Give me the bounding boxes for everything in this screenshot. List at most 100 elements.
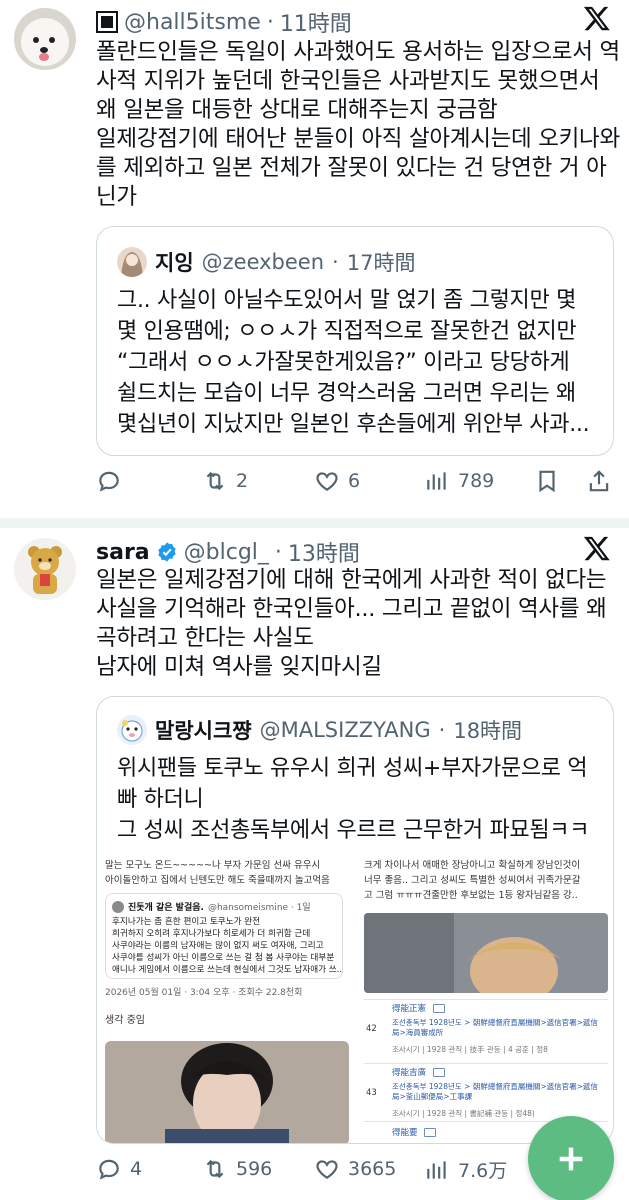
share-icon: [589, 470, 609, 492]
record-label: 得能要: [392, 1128, 418, 1138]
tweet-text-line: 남자에 미쳐 역사를 잊지마시길: [96, 654, 382, 680]
heart-icon: [316, 1160, 338, 1179]
record-row: 得能吉廣 43 조선총독부 1928년도 > 朝鮮總督府直屬機關>遞信官署>遞信…: [364, 1063, 608, 1123]
quoted-text-line: 몇 인용땜에; ㅇㅇㅅ가 직접적으로 잘못한건 없지만: [117, 319, 577, 344]
quoted-tweet[interactable]: 지잉 @zeexbeen · 17時間 그.. 사실이 아닐수도있어서 말 얹기…: [96, 226, 614, 456]
media-caption: 생각 중임: [105, 1015, 145, 1026]
quoted-text: 위시팬들 토쿠노 유우시 희귀 성씨+부자가문으로 억 빠 하더니 그 성씨 조…: [117, 753, 589, 846]
retweet-button[interactable]: 596: [202, 1156, 272, 1182]
separator-dot: ·: [332, 250, 339, 274]
views-chart-icon: [427, 1160, 446, 1179]
quoted-tweet[interactable]: 말랑시크쨩 @MALSIZZYANG · 18時間 위시팬들 토쿠노 유우시 희…: [96, 696, 614, 1144]
quoted-timestamp: 18時間: [453, 719, 523, 743]
like-count: 6: [348, 470, 361, 492]
tweet-text-line: 곡하려고 한다는 사실도: [96, 625, 314, 651]
share-button[interactable]: [586, 468, 612, 494]
embedded-text-line: 사쿠야라는 이름의 남자애는 많이 없지 써도 여자애, 그리고: [112, 941, 324, 951]
media-text-line: 크게 차이나서 애매한 장남아니고 확실하게 장남인것이: [364, 860, 581, 871]
separator-dot: ·: [274, 539, 282, 565]
quoted-text: 그.. 사실이 아닐수도있어서 말 얹기 좀 그렇지만 몇 몇 인용땜에; ㅇㅇ…: [117, 285, 590, 440]
embedded-avatar: [112, 900, 124, 913]
avatar[interactable]: [14, 538, 76, 600]
embedded-text-line: 희귀하지 오히려 후지나가보다 히로세가 더 희귀함 근데: [112, 929, 311, 939]
quoted-media-right[interactable]: 크게 차이나서 애매한 장남아니고 확실하게 장남인것이 너무 좋음.. 그리고…: [356, 855, 613, 1143]
bookmark-button[interactable]: [534, 468, 560, 494]
embedded-text-line: 사쿠야를 성씨가 아닌 이름으로 쓰는 걸 첨 봄 사쿠야는 대부분: [112, 953, 335, 963]
separator-dot: ·: [266, 9, 274, 35]
x-logo-icon: [583, 6, 610, 31]
reply-button[interactable]: 4: [96, 1156, 142, 1182]
tweet-header: @hall5itsme · 11時間: [96, 6, 352, 38]
embedded-text-line: 후지나가는 좀 흔한 편이고 토쿠노가 완전: [112, 917, 261, 927]
reply-count: 4: [130, 1158, 143, 1180]
timestamp[interactable]: 11時間: [280, 6, 352, 38]
plus-icon: [559, 1147, 583, 1171]
quoted-text-line: 그 성씨 조선총독부에서 우르르 근무한거 파묘됨ㅋㅋ: [117, 818, 590, 843]
reply-button[interactable]: [96, 468, 130, 494]
name-icon: [96, 11, 118, 33]
tweet-1[interactable]: @hall5itsme · 11時間 폴란드인들은 독일이 사과했어도 용서하는…: [0, 0, 629, 520]
media-text-line: 아이돌안하고 집에서 닌텐도만 해도 죽을때까지 놀고먹음: [105, 875, 330, 886]
quoted-avatar: [117, 715, 147, 745]
avatar[interactable]: [14, 8, 76, 70]
views-chart-icon: [427, 472, 446, 490]
like-button[interactable]: 6: [314, 468, 360, 494]
tweet-text-line: 닌가: [96, 184, 137, 210]
quoted-text-line: 그.. 사실이 아닐수도있어서 말 얹기 좀 그렇지만 몇: [117, 288, 577, 313]
tweet-text: 폴란드인들은 독일이 사과했어도 용서하는 입장으로서 역 사적 지위가 높던데…: [96, 38, 620, 212]
tweet-2[interactable]: sara @blcgl_ · 13時間 일본은 일제강점기에 대해 한국에게 사…: [0, 528, 629, 1200]
record-sub: 조사시기 | 1928 관직 | 技手 관등 | 4 공훈 | 정8: [392, 1045, 548, 1054]
separator-dot: ·: [438, 718, 446, 742]
tweet-text-line: 를 제외하고 일본 전체가 잘못이 있다는 건 당연한 거 아: [96, 155, 607, 181]
quoted-tweet-header: 지잉 @zeexbeen · 17時間: [117, 247, 415, 277]
views-button[interactable]: 789: [424, 468, 494, 494]
x-logo-icon: [583, 536, 610, 561]
tweet-divider: [0, 518, 629, 528]
retweet-count: 2: [236, 470, 249, 492]
reply-icon: [99, 471, 119, 492]
heart-icon: [316, 472, 338, 491]
user-handle[interactable]: @blcgl_: [184, 540, 269, 565]
quoted-text-line: 빠 하더니: [117, 787, 204, 812]
record-sub: 조사시기 | 1928 관직 | 書記補 관등 | 정48): [392, 1109, 535, 1118]
quoted-name: 말랑시크쨩: [155, 719, 252, 743]
record-label: 得能吉廣: [392, 1068, 427, 1078]
image-icon: [424, 1128, 437, 1137]
tweet-text: 일본은 일제강점기에 대해 한국에게 사과한 적이 없다는 사실을 기억해라 한…: [96, 566, 617, 682]
record-number: 43: [366, 1088, 377, 1098]
quoted-text-line: 몇십년이 지났지만 일본인 후손들에게 위안부 사과...: [117, 412, 590, 437]
like-button[interactable]: 3665: [314, 1156, 396, 1182]
embedded-tweet-card: 진돗개 같은 발걸음. @hansomeismine · 1일 후지나가는 좀 …: [105, 893, 343, 979]
user-handle[interactable]: @hall5itsme: [124, 10, 261, 35]
retweet-button[interactable]: 2: [202, 468, 248, 494]
tweet-text-line: 사실을 기억해라 한국인들아... 그리고 끝없이 역사를 왜: [96, 596, 607, 622]
portrait-photo: [105, 1041, 349, 1143]
views-button[interactable]: 7.6万: [424, 1156, 507, 1183]
retweet-icon: [206, 471, 224, 491]
bookmark-icon: [539, 470, 555, 493]
media-text-line: 고 그럼 ㅠㅠㅠ견줄만한 후보없는 1등 왕자님같음 강..: [364, 890, 578, 901]
retweet-count: 596: [236, 1158, 273, 1180]
compose-button[interactable]: [528, 1116, 614, 1200]
record-text: 조선총독부 1928년도 > 朝鮮總督府直屬機關>遞信官署>遞信局>釜山郵便局>…: [392, 1082, 598, 1101]
tweet-header: sara @blcgl_ · 13時間: [96, 536, 360, 568]
quoted-timestamp: 17時間: [346, 251, 416, 275]
views-count: 7.6万: [458, 1160, 508, 1182]
views-count: 789: [458, 470, 495, 492]
tweet-text-line: 일본은 일제강점기에 대해 한국에게 사과한 적이 없다는: [96, 567, 607, 593]
media-meta: 2026년 05월 01일 · 3:04 오후 · 조회수 22.8천회: [105, 988, 303, 998]
record-row: 得能正憲 42 조선총독부 1928년도 > 朝鮮總督府直屬機關>遞信官署>遞信…: [364, 999, 608, 1071]
quoted-tweet-header: 말랑시크쨩 @MALSIZZYANG · 18時間: [117, 715, 522, 745]
timestamp[interactable]: 13時間: [288, 536, 360, 568]
quoted-text-line: “그래서 ㅇㅇㅅ가잘못한게있음?” 이라고 당당하게: [117, 350, 570, 375]
quoted-handle: @zeexbeen: [201, 250, 325, 274]
quoted-media-left[interactable]: 말는 모구노 온드~~~~~나 부자 가문임 선싸 유우시 아이돌안하고 집에서…: [97, 855, 352, 1143]
user-name[interactable]: sara: [96, 540, 150, 565]
tweet-text-line: 사적 지위가 높던데 한국인들은 사과받지도 못했으면서: [96, 68, 600, 94]
quoted-text-line: 쉴드치는 모습이 너무 경악스러움 그러면 우리는 왜: [117, 381, 576, 406]
record-text: 조선총독부 1928년도 > 朝鮮總督府直屬機關>遞信官署>遞信局>海員審成所: [392, 1018, 598, 1037]
quoted-text-line: 위시팬들 토쿠노 유우시 희귀 성씨+부자가문으로 억: [117, 756, 588, 781]
tweet-text-line: 왜 일본을 대등한 상대로 대해주는지 궁금함: [96, 97, 498, 123]
verified-badge-icon: [158, 542, 176, 562]
embedded-name: 진돗개 같은 발걸음.: [128, 903, 204, 913]
